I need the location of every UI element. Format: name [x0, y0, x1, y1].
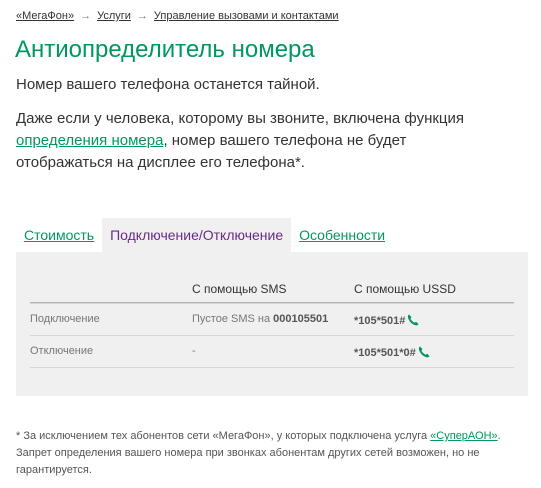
- breadcrumb-separator: →: [136, 10, 148, 22]
- table-cell-sms: Пустое SMS на 000105501: [192, 313, 328, 325]
- superaon-link[interactable]: «СуперАОН»: [430, 430, 497, 442]
- lead-text-before: Даже если у человека, которому вы звонит…: [16, 110, 465, 127]
- table-cell-sms: -: [192, 345, 196, 357]
- tab-connect-disconnect[interactable]: Подключение/Отключение: [102, 218, 292, 252]
- breadcrumb-megafon-link[interactable]: «МегаФон»: [16, 10, 74, 22]
- tab-cost[interactable]: Стоимость: [16, 218, 102, 252]
- breadcrumb: «МегаФон» → Услуги → Управление вызовами и к…: [16, 10, 339, 22]
- table-cell-action: Отключение: [30, 345, 94, 357]
- tab-features-label: Особенности: [299, 227, 386, 243]
- table-row: Подключение Пустое SMS на 000105501 *105…: [30, 303, 514, 335]
- table-cell-action: Подключение: [30, 313, 100, 325]
- sms-prefix: -: [192, 345, 196, 357]
- breadcrumb-call-management-link[interactable]: Управление вызовами и контактами: [154, 10, 339, 22]
- phone-handset-icon[interactable]: [406, 313, 420, 327]
- connection-table: С помощью SMS С помощью USSD Подключение…: [30, 276, 514, 368]
- table-header-ussd: С помощью USSD: [354, 282, 456, 296]
- tab-cost-label: Стоимость: [24, 227, 95, 243]
- page-subtitle: Номер вашего телефона останется тайной.: [16, 76, 320, 93]
- tab-features[interactable]: Особенности: [291, 218, 393, 252]
- breadcrumb-services-link[interactable]: Услуги: [97, 10, 131, 22]
- tab-connect-disconnect-label: Подключение/Отключение: [110, 227, 284, 243]
- tab-bar: Стоимость Подключение/Отключение Особенн…: [16, 218, 393, 252]
- ussd-code: *105*501#: [354, 315, 406, 327]
- lead-paragraph: Даже если у человека, которому вы звонит…: [16, 108, 486, 174]
- table-header-sms: С помощью SMS: [192, 282, 287, 296]
- page-title: Антиопределитель номера: [15, 36, 315, 63]
- caller-id-link[interactable]: определения номера: [16, 132, 163, 149]
- phone-handset-icon[interactable]: [417, 345, 431, 359]
- sms-number: 000105501: [273, 313, 329, 325]
- footnote: * За исключением тех абонентов сети «Мег…: [16, 428, 516, 479]
- table-cell-ussd[interactable]: *105*501#: [354, 313, 420, 327]
- sms-prefix: Пустое SMS на: [192, 313, 274, 325]
- ussd-code: *105*501*0#: [354, 347, 416, 359]
- table-row: Отключение - *105*501*0#: [30, 335, 514, 368]
- table-header-row: С помощью SMS С помощью USSD: [30, 276, 514, 303]
- tab-panel: С помощью SMS С помощью USSD Подключение…: [16, 252, 528, 396]
- table-cell-ussd[interactable]: *105*501*0#: [354, 345, 431, 359]
- breadcrumb-separator: →: [80, 10, 92, 22]
- footnote-text-before: * За исключением тех абонентов сети «Мег…: [16, 430, 431, 442]
